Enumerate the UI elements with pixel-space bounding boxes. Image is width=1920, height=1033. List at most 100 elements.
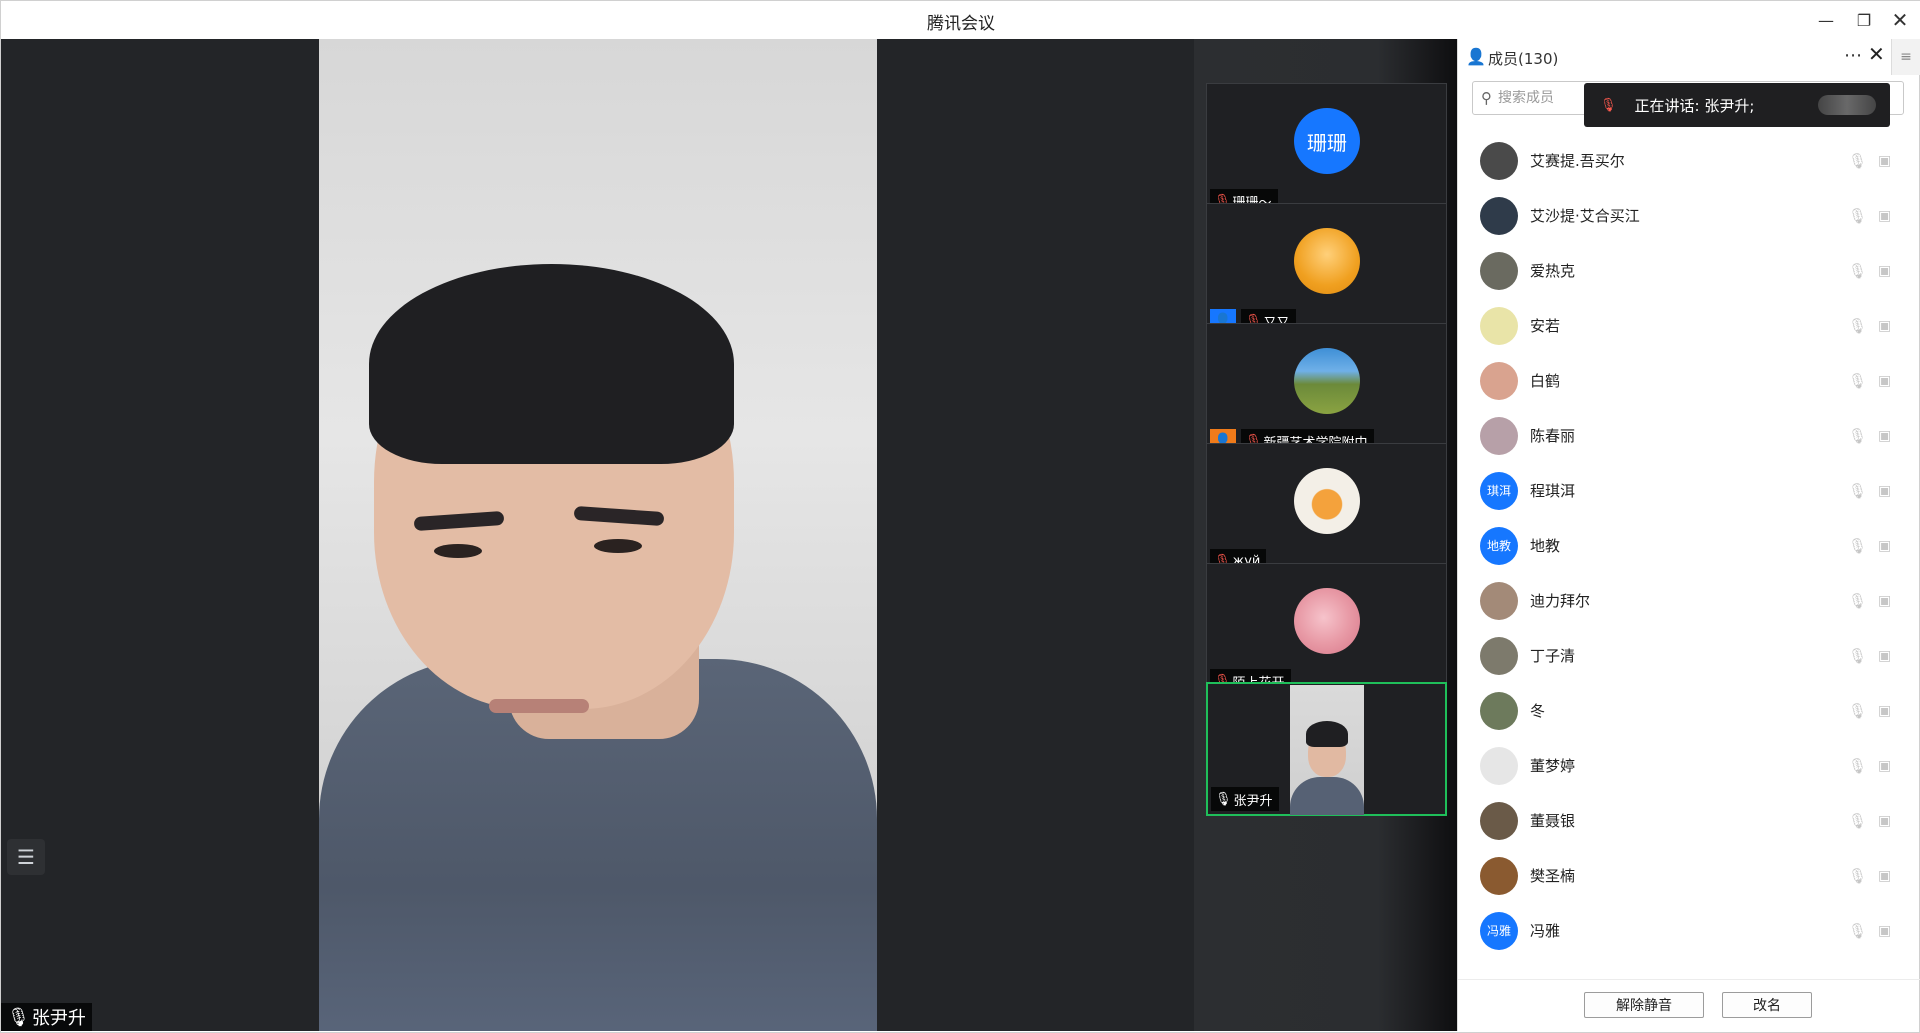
thumbnail-tile[interactable]: 🎙 жуй (1206, 443, 1447, 577)
speaker-hair (369, 264, 734, 464)
avatar (1480, 251, 1518, 290)
member-name: 地教 (1530, 537, 1561, 555)
thumbnail-tile-active[interactable]: 🎙 张尹升 (1206, 682, 1447, 816)
camera-off-icon[interactable]: ▣ (1878, 868, 1891, 884)
mic-muted-icon[interactable]: 🎙 (1848, 372, 1867, 390)
member-row[interactable]: 董聂银 🎙 ▣ (1458, 793, 1920, 848)
panel-footer: 解除静音 改名 (1458, 979, 1920, 1029)
camera-off-icon[interactable]: ▣ (1878, 538, 1891, 554)
member-row[interactable]: 琪洱 程琪洱 🎙 ▣ (1458, 463, 1920, 518)
camera-off-icon[interactable]: ▣ (1878, 318, 1891, 334)
member-row[interactable]: 陈春丽 🎙 ▣ (1458, 408, 1920, 463)
title-bar: 腾讯会议 — ❐ ✕ (1, 1, 1920, 39)
member-list: 艾赛提.吾买尔 🎙 ▣ 艾沙提·艾合买江 🎙 ▣ 爱热克 🎙 ▣ 安若 🎙 ▣ 白鹤 🎙 ▣ 陈春丽 🎙 ▣ 琪洱 程… (1458, 129, 1920, 989)
member-row[interactable]: 迪力拜尔 🎙 ▣ (1458, 573, 1920, 628)
side-menu-button[interactable]: ≡ (1891, 39, 1920, 75)
main-video-feed[interactable] (319, 39, 877, 1031)
member-row[interactable]: 白鹤 🎙 ▣ (1458, 353, 1920, 408)
thumbnail-tile[interactable]: 珊珊 🎙 珊珊～ (1206, 83, 1447, 217)
thumb-hair (1306, 721, 1348, 747)
camera-off-icon[interactable]: ▣ (1878, 648, 1891, 664)
tencent-meeting-window: 腾讯会议 — ❐ ✕ ☰ 🎙 张尹升 珊珊 🎙 👤 🎙 👤 🎙 🎙 жуй 🎙 … (0, 0, 1920, 1033)
member-name: 陈春丽 (1530, 427, 1576, 445)
member-row[interactable]: 爱热克 🎙 ▣ (1458, 243, 1920, 298)
camera-off-icon[interactable]: ▣ (1878, 758, 1891, 774)
mic-muted-icon[interactable]: 🎙 (1848, 482, 1867, 500)
mic-muted-icon[interactable]: 🎙 (1848, 702, 1867, 720)
mic-muted-icon[interactable]: 🎙 (1848, 317, 1867, 335)
mic-icon: 🎙 (1215, 791, 1232, 807)
member-row[interactable]: 冬 🎙 ▣ (1458, 683, 1920, 738)
camera-off-icon[interactable]: ▣ (1878, 703, 1891, 719)
thumbnail-tile[interactable]: 👤 🎙 新疆艺术学院附中 (1206, 323, 1447, 457)
member-row[interactable]: 樊圣楠 🎙 ▣ (1458, 848, 1920, 903)
participant-name: 张尹升 (1233, 793, 1273, 809)
thumb-shirt (1290, 777, 1364, 815)
member-row[interactable]: 董梦婷 🎙 ▣ (1458, 738, 1920, 793)
panel-header: 👤 成员(130) ⋯ ✕ ≡ (1458, 39, 1920, 75)
mic-muted-icon[interactable]: 🎙 (1848, 922, 1867, 940)
mic-muted-icon[interactable]: 🎙 (1848, 647, 1867, 665)
camera-off-icon[interactable]: ▣ (1878, 593, 1891, 609)
speaking-toast: 🎙 正在讲话: 张尹升; (1584, 83, 1890, 127)
main-speaker-name: 张尹升 (31, 1008, 86, 1029)
speaker-mouth (489, 699, 589, 713)
mic-muted-icon[interactable]: 🎙 (1848, 592, 1867, 610)
camera-off-icon[interactable]: ▣ (1878, 373, 1891, 389)
camera-off-icon[interactable]: ▣ (1878, 428, 1891, 444)
avatar (1480, 856, 1518, 895)
avatar-text: 琪洱 (1486, 484, 1511, 498)
thumbnail-column: 珊珊 🎙 珊珊～ 👤 🎙 又又 👤 🎙 新疆艺术学院附中 (1194, 39, 1457, 1031)
avatar-text: 地教 (1486, 539, 1511, 553)
close-panel-icon[interactable]: ✕ (1868, 42, 1885, 66)
main-speaker-label: 🎙 张尹升 (1, 1003, 92, 1031)
avatar (1294, 348, 1360, 414)
camera-off-icon[interactable]: ▣ (1878, 263, 1891, 279)
member-row[interactable]: 丁子清 🎙 ▣ (1458, 628, 1920, 683)
mic-muted-icon[interactable]: 🎙 (1848, 427, 1867, 445)
member-row[interactable]: 地教 地教 🎙 ▣ (1458, 518, 1920, 573)
speaker-right-eye (594, 539, 642, 553)
rename-button[interactable]: 改名 (1722, 992, 1812, 1018)
restore-icon[interactable]: ❐ (1849, 7, 1879, 33)
camera-off-icon[interactable]: ▣ (1878, 483, 1891, 499)
member-name: 迪力拜尔 (1530, 592, 1591, 610)
more-options-icon[interactable]: ⋯ (1844, 45, 1862, 66)
mic-muted-icon[interactable]: 🎙 (1848, 207, 1867, 225)
camera-off-icon[interactable]: ▣ (1878, 208, 1891, 224)
camera-off-icon[interactable]: ▣ (1878, 923, 1891, 939)
mic-muted-icon[interactable]: 🎙 (1848, 262, 1867, 280)
mic-muted-icon[interactable]: 🎙 (1848, 152, 1867, 170)
member-name: 冯雅 (1530, 922, 1561, 940)
mic-muted-icon[interactable]: 🎙 (1848, 537, 1867, 555)
minimize-icon[interactable]: — (1811, 7, 1841, 33)
mic-muted-icon[interactable]: 🎙 (1848, 757, 1867, 775)
person-icon: 👤 (1466, 47, 1486, 66)
member-name: 安若 (1530, 317, 1561, 335)
close-window-icon[interactable]: ✕ (1885, 7, 1915, 33)
avatar (1480, 361, 1518, 400)
member-name: 程琪洱 (1530, 482, 1576, 500)
mic-muted-icon[interactable]: 🎙 (1848, 812, 1867, 830)
avatar (1480, 581, 1518, 620)
speaker-left-eye (434, 544, 482, 558)
camera-off-icon[interactable]: ▣ (1878, 153, 1891, 169)
avatar: 珊珊 (1294, 108, 1360, 174)
avatar (1480, 746, 1518, 785)
member-row[interactable]: 安若 🎙 ▣ (1458, 298, 1920, 353)
list-view-button[interactable]: ☰ (7, 839, 45, 875)
camera-off-icon[interactable]: ▣ (1878, 813, 1891, 829)
member-name: 董聂银 (1530, 812, 1576, 830)
avatar (1294, 468, 1360, 534)
member-row[interactable]: 冯雅 冯雅 🎙 ▣ (1458, 903, 1920, 958)
member-row[interactable]: 艾沙提·艾合买江 🎙 ▣ (1458, 188, 1920, 243)
audio-wave-icon (1818, 95, 1876, 115)
unmute-button[interactable]: 解除静音 (1584, 992, 1704, 1018)
thumbnail-tile[interactable]: 🎙 陌上花开 (1206, 563, 1447, 697)
speaking-text: 正在讲话: 张尹升; (1634, 96, 1755, 115)
window-title: 腾讯会议 (927, 14, 995, 34)
mic-muted-icon[interactable]: 🎙 (1848, 867, 1867, 885)
member-row[interactable]: 艾赛提.吾买尔 🎙 ▣ (1458, 133, 1920, 188)
avatar (1480, 196, 1518, 235)
thumbnail-tile[interactable]: 👤 🎙 又又 (1206, 203, 1447, 337)
